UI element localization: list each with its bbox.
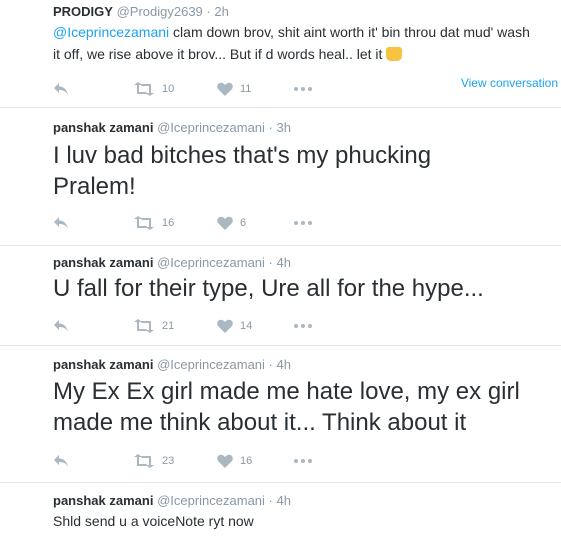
author-name[interactable]: panshak zamani [53, 493, 153, 508]
tweet-text: Shld send u a voiceNote ryt now [53, 513, 254, 529]
retweet-icon [134, 216, 154, 230]
more-icon[interactable] [294, 317, 312, 335]
heart-icon [217, 319, 233, 333]
tweet-time[interactable]: · 4h [269, 255, 291, 270]
more-icon[interactable] [294, 452, 312, 470]
tweet-actions: 10 11 [53, 80, 353, 98]
tweet-actions: 23 16 [53, 452, 353, 470]
tweet-time[interactable]: · 4h [269, 357, 291, 372]
tweet-text: U fall for their type, Ure all for the h… [53, 275, 484, 302]
tweet[interactable]: panshak zamani @Iceprincezamani · 4h U f… [0, 246, 561, 346]
author-handle[interactable]: @Iceprincezamani [157, 493, 265, 508]
fist-emoji-icon [386, 47, 403, 61]
like-count: 6 [240, 217, 247, 229]
retweet-count: 16 [162, 217, 175, 229]
view-conversation-link[interactable]: View conversation [461, 76, 558, 90]
author-handle[interactable]: @Iceprincezamani [157, 120, 265, 135]
like-button[interactable]: 14 [217, 317, 252, 335]
tweet[interactable]: panshak zamani @Iceprincezamani · 4h Shl… [0, 483, 561, 538]
reply-button[interactable] [53, 80, 69, 98]
heart-icon [217, 454, 233, 468]
tweet-actions: 21 14 [53, 317, 353, 335]
retweet-count: 21 [162, 320, 175, 332]
tweet[interactable]: panshak zamani @Iceprincezamani · 4h My … [0, 346, 561, 483]
author-handle[interactable]: @Iceprincezamani [157, 357, 265, 372]
tweet[interactable]: PRODIGY @Prodigy2639 · 2h @Iceprincezama… [0, 0, 561, 108]
like-button[interactable]: 11 [217, 80, 251, 98]
reply-icon [54, 455, 68, 467]
retweet-count: 23 [162, 455, 175, 467]
author-name[interactable]: PRODIGY [53, 4, 113, 19]
more-icon[interactable] [294, 80, 312, 98]
like-count: 11 [240, 83, 252, 95]
tweet-time[interactable]: · 4h [269, 493, 291, 508]
tweet-header: panshak zamani @Iceprincezamani · 3h [53, 120, 291, 136]
tweet-header: panshak zamani @Iceprincezamani · 4h [53, 357, 291, 373]
tweet-time[interactable]: · 3h [269, 120, 291, 135]
tweet-header: panshak zamani @Iceprincezamani · 4h [53, 255, 291, 271]
retweet-icon [134, 454, 154, 468]
like-count: 16 [240, 455, 253, 467]
like-button[interactable]: 6 [217, 214, 246, 232]
retweet-icon [134, 319, 154, 333]
heart-icon [217, 82, 233, 96]
more-icon[interactable] [294, 214, 312, 232]
retweet-icon [134, 82, 154, 96]
tweet-header: PRODIGY @Prodigy2639 · 2h [53, 4, 229, 20]
like-button[interactable]: 16 [217, 452, 252, 470]
tweet-text: @Iceprincezamani clam down brov, shit ai… [53, 21, 533, 65]
author-handle[interactable]: @Prodigy2639 [117, 4, 203, 19]
tweet-text: I luv bad bitches that's my phucking Pra… [53, 142, 432, 200]
tweet-actions: 16 6 [53, 214, 353, 232]
retweet-button[interactable]: 21 [133, 317, 174, 335]
reply-button[interactable] [53, 214, 69, 232]
tweet-text: My Ex Ex girl made me hate love, my ex g… [53, 378, 520, 436]
reply-icon [54, 217, 68, 229]
heart-icon [217, 216, 233, 230]
author-name[interactable]: panshak zamani [53, 255, 153, 270]
reply-icon [54, 83, 68, 95]
retweet-button[interactable]: 23 [133, 452, 174, 470]
mention-link[interactable]: @Iceprincezamani [53, 24, 169, 40]
retweet-count: 10 [162, 83, 175, 95]
retweet-button[interactable]: 10 [133, 80, 174, 98]
reply-button[interactable] [53, 317, 69, 335]
reply-icon [54, 320, 68, 332]
author-name[interactable]: panshak zamani [53, 357, 153, 372]
author-name[interactable]: panshak zamani [53, 120, 153, 135]
tweet-time[interactable]: · 2h [206, 4, 228, 19]
author-handle[interactable]: @Iceprincezamani [157, 255, 265, 270]
reply-button[interactable] [53, 452, 69, 470]
like-count: 14 [240, 320, 253, 332]
tweet-header: panshak zamani @Iceprincezamani · 4h [53, 493, 291, 509]
tweet[interactable]: panshak zamani @Iceprincezamani · 3h I l… [0, 108, 561, 246]
retweet-button[interactable]: 16 [133, 214, 174, 232]
